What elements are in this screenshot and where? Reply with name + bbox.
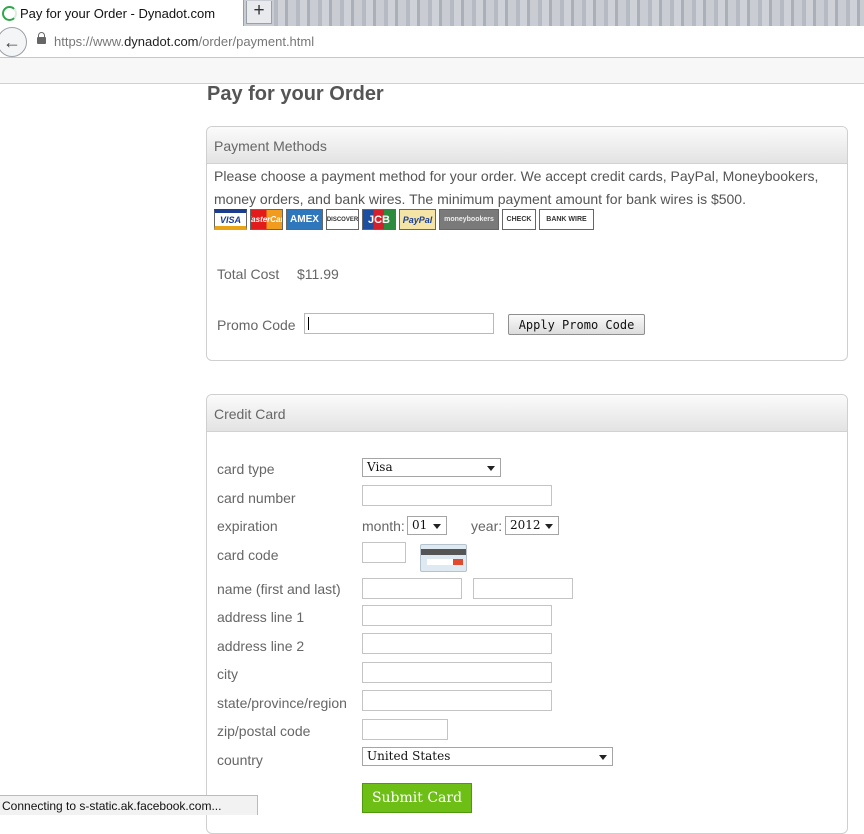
new-tab-button[interactable]: + [246, 1, 272, 24]
card-number-input[interactable] [362, 485, 552, 506]
card-code-help-icon[interactable] [420, 544, 467, 572]
card-number-label: card number [217, 490, 296, 506]
jcb-logo-icon: JCB [362, 209, 396, 230]
lock-icon [37, 32, 46, 44]
payment-methods-header: Payment Methods [207, 127, 847, 164]
check-logo-icon: CHECK [502, 209, 536, 230]
country-label: country [217, 752, 263, 768]
chevron-down-icon [545, 524, 553, 529]
chevron-down-icon [433, 524, 441, 529]
credit-card-header: Credit Card [207, 395, 847, 432]
address-line-2-label: address line 2 [217, 638, 305, 654]
promo-code-input[interactable] [304, 313, 494, 334]
bank-wire-logo-icon: BANK WIRE [539, 209, 594, 230]
last-name-input[interactable] [473, 578, 573, 599]
browser-tab-active[interactable]: Pay for your Order - Dynadot.com [0, 0, 244, 26]
address-line-2-input[interactable] [362, 633, 552, 654]
paypal-logo-icon: PayPal [399, 209, 436, 230]
url-path: /order/payment.html [198, 34, 315, 49]
city-label: city [217, 666, 238, 682]
url-host: dynadot.com [124, 34, 199, 49]
total-cost-value: $11.99 [297, 266, 339, 282]
submit-card-button[interactable]: Submit Card [362, 783, 472, 813]
card-type-label: card type [217, 461, 275, 477]
year-value: 2012 [510, 518, 541, 532]
moneybookers-logo-icon: moneybookers [439, 209, 499, 230]
loading-spinner-icon [2, 5, 17, 21]
payment-logos: VISA MasterCard AMEX DISCOVER JCB PayPal… [214, 209, 594, 230]
credit-card-panel: Credit Card card type Visa card number e… [206, 394, 848, 834]
amex-logo-icon: AMEX [286, 209, 323, 230]
state-label: state/province/region [217, 695, 347, 711]
back-button[interactable]: ← [0, 27, 27, 57]
mastercard-logo-icon: MasterCard [250, 209, 283, 230]
browser-nav-bar: ← https://www.dynadot.com/order/payment.… [0, 26, 864, 58]
year-label: year: [471, 518, 503, 534]
month-value: 01 [412, 518, 428, 532]
expiration-label: expiration [217, 518, 278, 534]
promo-code-label: Promo Code [217, 317, 296, 333]
back-arrow-icon: ← [3, 31, 21, 52]
address-line-1-label: address line 1 [217, 609, 305, 625]
name-label: name (first and last) [217, 581, 341, 597]
chevron-down-icon [599, 755, 607, 760]
discover-logo-icon: DISCOVER [326, 209, 359, 230]
card-type-value: Visa [367, 460, 393, 474]
payment-methods-panel: Payment Methods Please choose a payment … [206, 126, 848, 361]
first-name-input[interactable] [362, 578, 462, 599]
card-code-label: card code [217, 547, 279, 563]
zip-label: zip/postal code [217, 723, 311, 739]
browser-tab-bar: Pay for your Order - Dynadot.com + [0, 0, 864, 26]
card-code-input[interactable] [362, 542, 406, 563]
expiration-month-select[interactable]: 01 [407, 516, 447, 535]
state-input[interactable] [362, 690, 552, 711]
total-cost-label: Total Cost [217, 266, 280, 282]
country-value: United States [367, 749, 451, 763]
browser-toolbar-area [0, 58, 864, 84]
address-line-1-input[interactable] [362, 605, 552, 626]
zip-input[interactable] [362, 719, 448, 740]
card-type-select[interactable]: Visa [362, 458, 501, 477]
visa-logo-icon: VISA [214, 209, 247, 230]
city-input[interactable] [362, 662, 552, 683]
chevron-down-icon [487, 466, 495, 471]
tab-title: Pay for your Order - Dynadot.com [20, 5, 216, 21]
country-select[interactable]: United States [362, 747, 613, 766]
apply-promo-code-button[interactable]: Apply Promo Code [508, 314, 645, 335]
expiration-year-select[interactable]: 2012 [505, 516, 559, 535]
month-label: month: [362, 518, 405, 534]
url-prefix: https://www. [54, 34, 125, 49]
background-window-strip [274, 0, 864, 26]
address-bar[interactable]: https://www.dynadot.com/order/payment.ht… [54, 34, 314, 49]
page-title: Pay for your Order [207, 83, 384, 105]
payment-methods-description: Please choose a payment method for your … [214, 168, 819, 207]
browser-status-bar: Connecting to s-static.ak.facebook.com..… [0, 795, 258, 815]
